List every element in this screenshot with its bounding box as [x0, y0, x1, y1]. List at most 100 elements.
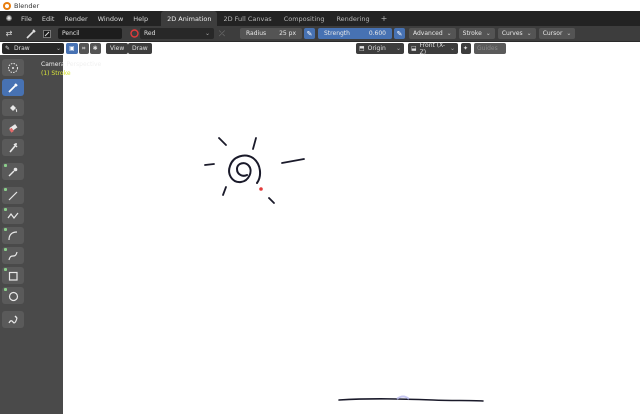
menu-window[interactable]: Window	[93, 11, 129, 26]
select-mode-buttons: ▣ ⌗ ✱	[66, 43, 101, 54]
camera-label: Camera Perspective	[41, 61, 102, 68]
circle-icon	[8, 291, 19, 301]
menu-help[interactable]: Help	[128, 11, 153, 26]
curve-icon	[8, 251, 18, 260]
menu-render[interactable]: Render	[59, 11, 92, 26]
tool-settings-header: ⇄ Pencil Red ⌄ ⤫ Radius 25 px ✎ Strength…	[0, 26, 640, 42]
radius-field[interactable]: Radius 25 px	[240, 28, 302, 39]
blender-menu-icon[interactable]: ✺	[2, 11, 16, 26]
cursor-menu[interactable]: Cursor ⌄	[538, 28, 576, 39]
chevron-down-icon: ⌄	[526, 30, 532, 37]
radius-label: Radius	[246, 30, 267, 37]
tab-2d-animation[interactable]: 2D Animation	[161, 11, 218, 26]
strength-field[interactable]: Strength 0.600	[318, 28, 392, 39]
ground-stroke	[338, 398, 484, 402]
circle-tool[interactable]	[2, 287, 24, 304]
pencil-icon	[8, 82, 18, 93]
tab-compositing[interactable]: Compositing	[278, 11, 331, 26]
line-icon	[8, 191, 18, 200]
brush-name-field[interactable]: Pencil	[58, 28, 122, 39]
chevron-down-icon: ⌄	[204, 30, 210, 37]
advanced-menu[interactable]: Advanced ⌄	[409, 28, 456, 39]
material-dropdown[interactable]: Red ⌄	[140, 28, 214, 39]
annotate-tool[interactable]	[2, 311, 24, 328]
chevron-down-icon: ⌄	[449, 45, 455, 52]
draw-menu[interactable]: Draw	[128, 43, 152, 54]
chevron-down-icon: ⌄	[566, 30, 572, 37]
mode-pencil-icon: ✎	[5, 45, 11, 52]
sun-ray-stroke	[281, 158, 305, 164]
tool-strip	[2, 59, 26, 331]
radius-pressure-button[interactable]: ✎	[304, 28, 315, 39]
tool-corner-marker	[4, 208, 7, 211]
menu-bar: ✺ File Edit Render Window Help 2D Animat…	[0, 11, 640, 26]
sun-ray-stroke	[218, 137, 227, 146]
strength-pressure-button[interactable]: ✎	[394, 28, 405, 39]
view-axis-dropdown[interactable]: ⬓ Front (X-Z) ⌄	[408, 41, 458, 56]
mode-dropdown[interactable]: ✎ Draw ⌄	[2, 43, 64, 54]
toolbar	[0, 55, 63, 414]
guides-label: Guides	[477, 45, 498, 52]
guides-icon: ✦	[463, 45, 469, 52]
tab-2d-full-canvas[interactable]: 2D Full Canvas	[217, 11, 277, 26]
origin-icon: ⬒	[359, 45, 365, 52]
viewport-canvas[interactable]	[63, 55, 640, 414]
origin-dropdown[interactable]: ⬒ Origin ⌄	[356, 43, 404, 54]
box-tool[interactable]	[2, 267, 24, 284]
material-color-icon	[128, 28, 140, 40]
tint-icon	[9, 142, 18, 153]
view-menu[interactable]: View	[106, 43, 129, 54]
radius-value: 25 px	[279, 30, 296, 37]
origin-label: Origin	[367, 45, 386, 52]
add-workspace-button[interactable]: +	[376, 11, 393, 26]
arc-tool[interactable]	[2, 227, 24, 244]
material-name: Red	[144, 30, 156, 37]
curves-menu[interactable]: Curves ⌄	[497, 28, 536, 39]
viewport-header: ✎ Draw ⌄ ▣ ⌗ ✱ View Draw ⬒ Origin ⌄ ⬓ Fr…	[0, 41, 640, 56]
chevron-down-icon: ⌄	[395, 45, 401, 52]
box-icon	[8, 271, 18, 281]
draw-tool[interactable]	[2, 79, 24, 96]
sun-ray-stroke	[268, 197, 275, 204]
fill-bucket-icon	[10, 104, 18, 112]
brush-preview-icon[interactable]	[40, 28, 54, 40]
menu-edit[interactable]: Edit	[37, 11, 60, 26]
menu-file[interactable]: File	[16, 11, 37, 26]
blender-logo-icon	[3, 1, 11, 10]
eyedropper-tool[interactable]	[2, 163, 24, 180]
polyline-icon	[7, 212, 19, 219]
select-circle-icon	[8, 62, 18, 73]
strength-label: Strength	[324, 30, 350, 37]
select-points-button[interactable]: ▣	[66, 43, 78, 54]
curves-label: Curves	[501, 30, 523, 37]
viewport-info: Camera Perspective (1) Stroke	[41, 60, 101, 78]
tool-corner-marker	[4, 188, 7, 191]
tool-corner-marker	[4, 288, 7, 291]
view-axis-label: Front (X-Z)	[419, 41, 446, 56]
select-strokes-button[interactable]: ⌗	[78, 43, 89, 54]
brush-cursor-dot	[259, 187, 263, 191]
axis-icon: ⬓	[411, 45, 417, 52]
polyline-tool[interactable]	[2, 207, 24, 224]
erase-tool[interactable]	[2, 119, 24, 136]
fill-tool[interactable]	[2, 99, 24, 116]
sun-ray-stroke	[252, 137, 257, 150]
guides-toggle[interactable]: ✦	[461, 43, 471, 54]
active-object-label: (1) Stroke	[41, 70, 71, 77]
select-circle-tool[interactable]	[2, 59, 24, 76]
editor-type-icon[interactable]: ⇄	[2, 28, 16, 40]
workspace-tabs: 2D Animation 2D Full Canvas Compositing …	[161, 11, 392, 26]
strength-value: 0.600	[368, 30, 386, 37]
advanced-label: Advanced	[413, 30, 443, 37]
tool-corner-marker	[4, 248, 7, 251]
annotate-icon	[8, 315, 18, 323]
curve-tool[interactable]	[2, 247, 24, 264]
eyedropper-icon	[8, 167, 18, 176]
stroke-menu[interactable]: Stroke ⌄	[458, 28, 495, 39]
tint-tool[interactable]	[2, 139, 24, 156]
tool-corner-marker	[4, 164, 7, 167]
line-tool[interactable]	[2, 187, 24, 204]
material-lock-icon[interactable]: ⤫	[216, 28, 228, 40]
select-between-button[interactable]: ✱	[89, 43, 101, 54]
tab-rendering[interactable]: Rendering	[330, 11, 375, 26]
